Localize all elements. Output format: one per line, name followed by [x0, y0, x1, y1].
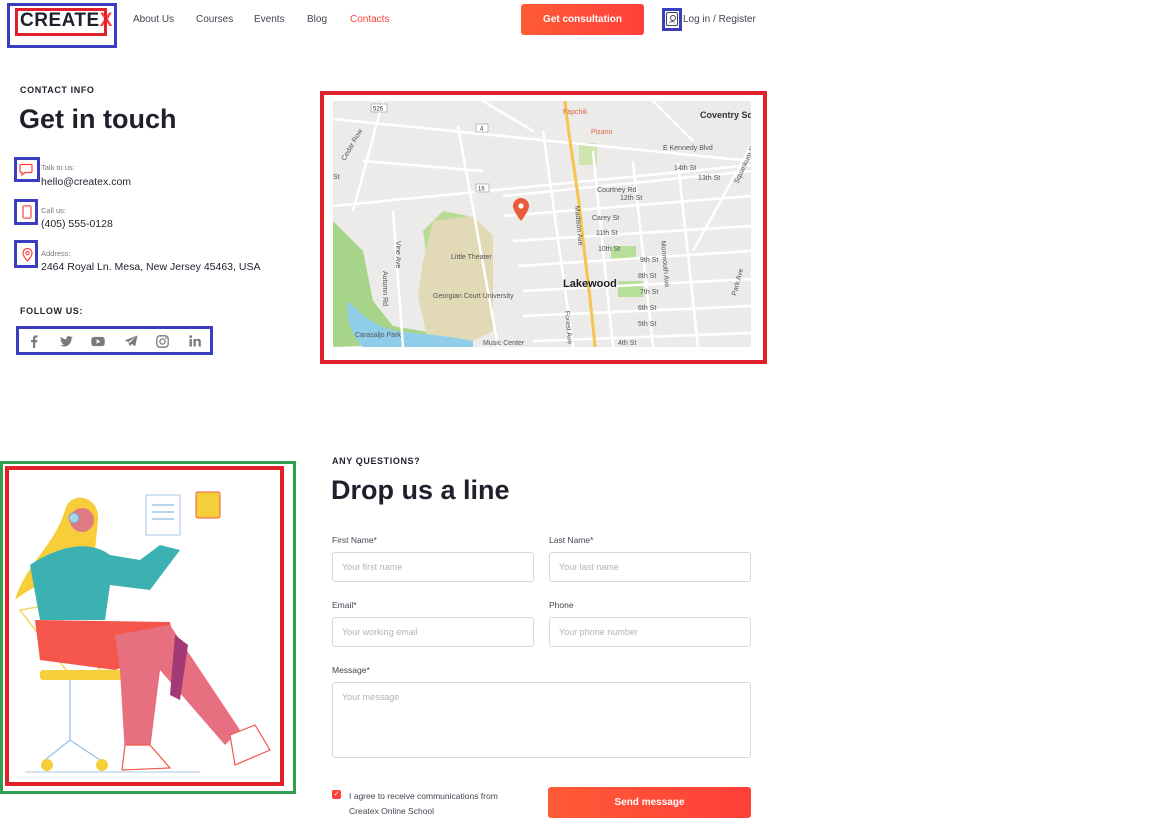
- annotation-box-socials: [16, 326, 213, 355]
- email-value[interactable]: hello@createx.com: [41, 176, 131, 188]
- phone-value[interactable]: (405) 555-0128: [41, 218, 113, 230]
- first-name-input[interactable]: [332, 552, 534, 582]
- phone-input[interactable]: [549, 617, 751, 647]
- send-message-button[interactable]: Send message: [548, 787, 751, 818]
- annotation-box-map: [320, 91, 767, 364]
- phone-label: Phone: [549, 600, 574, 610]
- message-input[interactable]: [332, 682, 751, 758]
- get-consultation-button[interactable]: Get consultation: [521, 4, 644, 35]
- nav-events[interactable]: Events: [254, 14, 285, 25]
- email-input[interactable]: [332, 617, 534, 647]
- form-eyebrow: ANY QUESTIONS?: [332, 456, 421, 466]
- last-name-label: Last Name*: [549, 535, 594, 545]
- annotation-box-location-icon: [14, 240, 38, 268]
- annotation-box-login-icon: [662, 8, 682, 31]
- address-label: Address:: [41, 249, 71, 258]
- last-name-input[interactable]: [549, 552, 751, 582]
- email-label: Email*: [332, 600, 357, 610]
- message-label: Message*: [332, 665, 370, 675]
- annotation-box-logo-outer: [7, 3, 117, 48]
- nav-about-us[interactable]: About Us: [133, 14, 174, 25]
- annotation-box-chat-icon: [14, 157, 40, 182]
- talk-label: Talk to us:: [41, 163, 75, 172]
- contact-title: Get in touch: [19, 104, 177, 134]
- agree-checkbox[interactable]: ✓: [332, 790, 341, 799]
- nav-courses[interactable]: Courses: [196, 14, 233, 25]
- first-name-label: First Name*: [332, 535, 377, 545]
- agree-label[interactable]: I agree to receive communications from C…: [349, 789, 529, 819]
- annotation-box-illustration-outer: [0, 461, 296, 794]
- call-label: Call us:: [41, 206, 67, 215]
- nav-contacts[interactable]: Contacts: [350, 14, 389, 25]
- nav-blog[interactable]: Blog: [307, 14, 327, 25]
- annotation-box-phone-icon: [14, 199, 38, 225]
- login-register-link[interactable]: Log in / Register: [683, 14, 756, 25]
- form-title: Drop us a line: [331, 475, 510, 505]
- follow-us-label: FOLLOW US:: [20, 306, 83, 316]
- address-value: 2464 Royal Ln. Mesa, New Jersey 45463, U…: [41, 261, 261, 273]
- contact-eyebrow: CONTACT INFO: [20, 85, 95, 95]
